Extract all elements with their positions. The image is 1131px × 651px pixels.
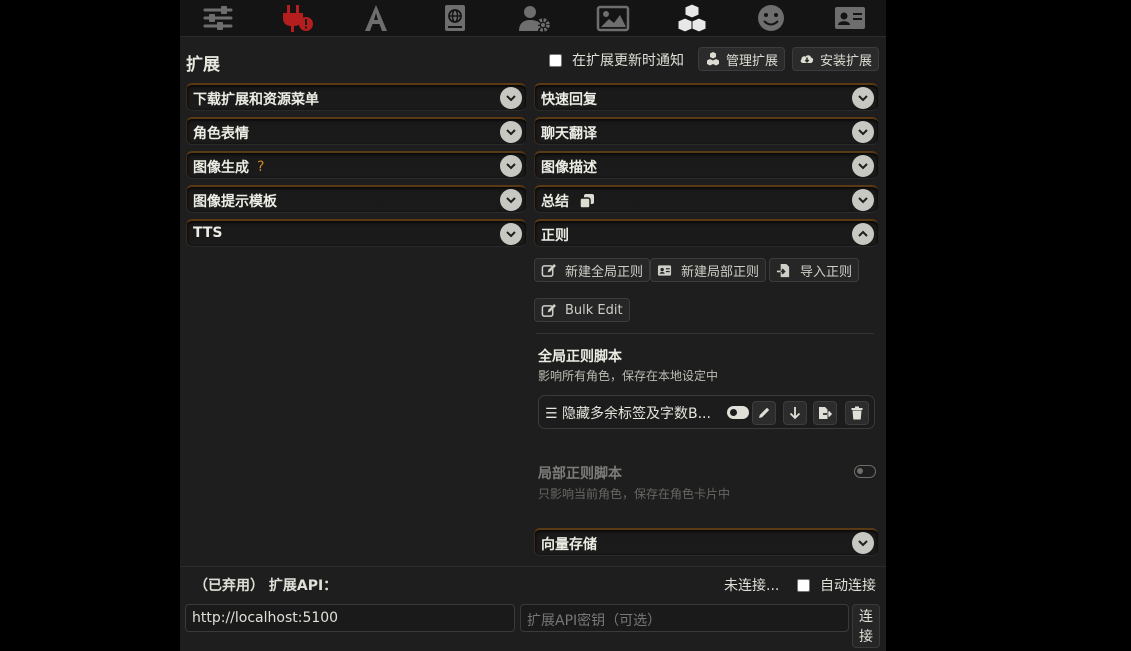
notify-label: 在扩展更新时通知 — [572, 53, 684, 69]
chevron-down-icon — [852, 121, 874, 143]
drawer-label: 图像生成 — [193, 160, 249, 176]
auto-connect-label: 自动连接 — [820, 578, 876, 594]
drawer-image-generation[interactable]: 图像生成 ? — [186, 151, 526, 179]
chevron-down-icon — [852, 155, 874, 177]
file-export-icon — [819, 407, 832, 419]
api-url-input[interactable]: http://localhost:5100 — [185, 604, 515, 632]
local-regex-subtitle: 只影响当前角色，保存在角色卡片中 — [538, 487, 731, 501]
new-global-regex-label: 新建全局正则 — [565, 264, 644, 280]
cubes-icon — [707, 52, 719, 66]
notify-on-update: 在扩展更新时通知 — [549, 47, 684, 73]
drawer-chat-translation[interactable]: 聊天翻译 — [534, 117, 878, 145]
drawer-label: 图像描述 — [541, 160, 597, 176]
smile-icon[interactable] — [751, 2, 791, 34]
manage-extensions-button[interactable]: 管理扩展 — [698, 47, 786, 71]
chevron-up-icon — [852, 223, 874, 245]
delete-script-button[interactable] — [845, 401, 869, 425]
copy-icon[interactable] — [579, 193, 595, 209]
drawer-image-captioning[interactable]: 图像描述 — [534, 151, 878, 179]
file-import-icon — [776, 263, 790, 277]
global-regex-subtitle: 影响所有角色，保存在本地设定中 — [538, 369, 719, 383]
edit-icon — [541, 263, 556, 277]
drawer-summarize[interactable]: 总结 — [534, 185, 878, 213]
trash-icon — [851, 406, 863, 420]
divider — [536, 333, 874, 334]
install-extension-button[interactable]: 安装扩展 — [792, 47, 880, 71]
font-icon[interactable] — [356, 2, 396, 34]
sliders-icon[interactable] — [198, 2, 238, 34]
import-regex-label: 导入正则 — [800, 264, 853, 280]
drawer-vector-storage[interactable]: 向量存储 — [534, 528, 878, 556]
drawer-label-wrap: 总结 — [541, 191, 595, 211]
drawer-label-wrap: 图像生成 ? — [193, 157, 264, 177]
id-card-icon[interactable] — [830, 2, 870, 34]
help-hint-icon[interactable]: ? — [257, 159, 264, 175]
drawer-label: 正则 — [541, 228, 569, 244]
plug-alert-icon[interactable] — [277, 2, 317, 34]
chevron-down-icon — [852, 189, 874, 211]
script-toggle[interactable] — [727, 406, 749, 419]
drawer-label: 角色表情 — [193, 126, 249, 142]
drawer-label: 快速回复 — [541, 92, 597, 108]
drawer-tts[interactable]: TTS — [186, 219, 526, 247]
edit-icon — [541, 303, 556, 317]
divider — [180, 566, 886, 567]
api-key-input[interactable]: 扩展API密钥（可选） — [520, 604, 849, 632]
cloud-download-icon — [800, 55, 814, 63]
user-gear-icon[interactable] — [514, 2, 554, 34]
import-regex-button[interactable]: 导入正则 — [769, 258, 860, 282]
bulk-edit-button[interactable]: Bulk Edit — [534, 298, 630, 322]
export-script-button[interactable] — [813, 401, 837, 425]
regex-script-item[interactable]: ☰ 隐藏多余标签及字数B... — [538, 395, 875, 429]
drawer-character-expressions[interactable]: 角色表情 — [186, 117, 526, 145]
install-extension-label: 安装扩展 — [820, 53, 873, 69]
drawer-label: 图像提示模板 — [193, 194, 277, 210]
new-local-regex-label: 新建局部正则 — [681, 264, 760, 280]
pencil-icon — [759, 407, 770, 418]
book-atlas-icon[interactable] — [435, 2, 475, 34]
drawer-label: TTS — [193, 225, 223, 241]
page-title: 扩展 — [186, 55, 220, 75]
chevron-down-icon — [500, 223, 522, 245]
drawer-label: 下载扩展和资源菜单 — [193, 92, 319, 108]
auto-connect-option: 自动连接 — [797, 575, 876, 595]
chevron-down-icon — [852, 87, 874, 109]
move-script-button[interactable] — [783, 401, 807, 425]
global-regex-title: 全局正则脚本 — [538, 349, 622, 365]
image-icon[interactable] — [593, 2, 633, 34]
script-name: ☰ 隐藏多余标签及字数B... — [545, 406, 711, 422]
drawer-download-extensions[interactable]: 下载扩展和资源菜单 — [186, 83, 526, 111]
auto-connect-checkbox[interactable] — [797, 578, 810, 592]
drawer-regex[interactable]: 正则 — [534, 219, 878, 247]
edit-script-button[interactable] — [752, 401, 776, 425]
top-navigation-bar — [180, 0, 886, 37]
drawer-label: 向量存储 — [541, 537, 597, 553]
new-global-regex-button[interactable]: 新建全局正则 — [534, 258, 651, 282]
drawer-image-prompt-templates[interactable]: 图像提示模板 — [186, 185, 526, 213]
extensions-api-label: （已弃用） 扩展API： — [194, 578, 338, 594]
connect-button[interactable]: 连接 — [852, 604, 880, 648]
drawer-quick-reply[interactable]: 快速回复 — [534, 83, 878, 111]
extensions-panel: 扩展 在扩展更新时通知 管理扩展 安装扩展 下载扩展和资源菜单 角色表情 图像生… — [180, 0, 886, 651]
chevron-down-icon — [852, 532, 874, 554]
cubes-icon[interactable] — [672, 2, 712, 34]
drawer-label: 总结 — [541, 194, 569, 210]
chevron-down-icon — [500, 87, 522, 109]
local-regex-title: 局部正则脚本 — [538, 466, 622, 482]
new-local-regex-button[interactable]: 新建局部正则 — [650, 258, 767, 282]
chevron-down-icon — [500, 155, 522, 177]
id-card-icon — [657, 264, 672, 276]
local-regex-toggle[interactable] — [854, 465, 876, 478]
bulk-edit-label: Bulk Edit — [565, 302, 623, 318]
chevron-down-icon — [500, 189, 522, 211]
connection-status: 未连接... — [724, 578, 780, 594]
arrow-down-icon — [789, 407, 801, 420]
chevron-down-icon — [500, 121, 522, 143]
notify-checkbox[interactable] — [549, 53, 562, 67]
drawer-label: 聊天翻译 — [541, 126, 597, 142]
manage-extensions-label: 管理扩展 — [726, 53, 779, 69]
